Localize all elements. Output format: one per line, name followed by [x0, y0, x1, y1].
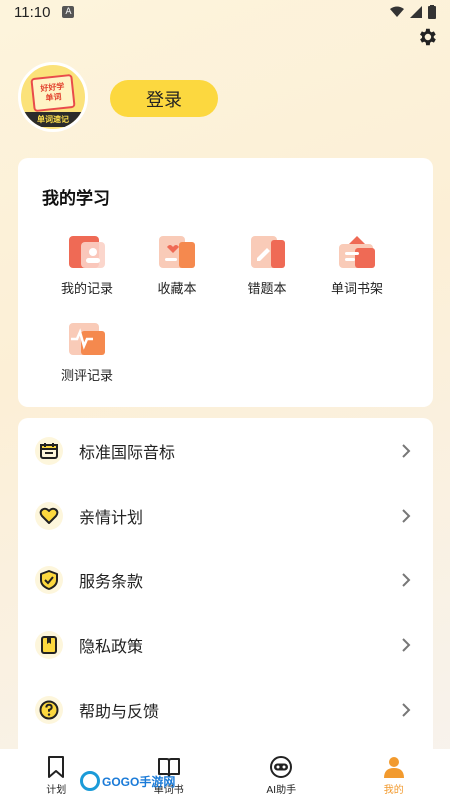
privacy-book-icon-wrap: [35, 631, 63, 659]
menu-item-privacy[interactable]: 隐私政策: [18, 613, 433, 677]
favorites-icon: [159, 236, 195, 268]
notification-icon: A: [62, 6, 75, 18]
study-item-bookshelf[interactable]: 单词书架: [312, 234, 402, 297]
my-study-title: 我的学习: [42, 189, 110, 209]
watermark-text: GOGO手游网: [102, 774, 176, 789]
study-item-assessment[interactable]: 测评记录: [42, 321, 132, 384]
bookmark-icon: [48, 755, 65, 778]
wifi-icon: [390, 6, 404, 17]
tab-label: AI助手: [266, 784, 297, 796]
study-item-favorites[interactable]: 收藏本: [132, 234, 222, 297]
avatar-logo: 好好学 单词: [30, 73, 76, 113]
person-icon: [383, 756, 404, 778]
shield-icon: [40, 570, 58, 590]
bottom-tab-bar: 计划 单词书 AI助手 我的: [0, 749, 450, 801]
study-item-mistakes[interactable]: 错题本: [222, 234, 312, 297]
menu-item-label: 隐私政策: [79, 637, 144, 656]
avatar-logo-mid: 单词: [45, 92, 62, 103]
watermark: GOGO手游网: [80, 770, 175, 792]
status-time: 11:10: [14, 3, 51, 21]
record-icon: [69, 236, 105, 268]
bookshelf-icon: [339, 236, 375, 268]
shield-icon-wrap: [35, 566, 63, 594]
robot-icon: [270, 755, 293, 778]
gear-icon[interactable]: [416, 26, 438, 48]
study-item-label: 错题本: [247, 282, 287, 297]
chevron-right-icon: [402, 638, 411, 652]
menu-item-family-plan[interactable]: 亲情计划: [18, 484, 433, 548]
login-button[interactable]: 登录: [110, 80, 218, 117]
study-item-label: 收藏本: [157, 282, 197, 297]
help-icon-wrap: [35, 696, 63, 724]
signal-icon: [410, 6, 422, 18]
avatar-label: 单词速记: [21, 112, 85, 127]
menu-item-label: 服务条款: [79, 572, 144, 591]
menu-item-label: 亲情计划: [79, 508, 144, 527]
avatar[interactable]: 好好学 单词 单词速记: [18, 62, 88, 132]
tab-ai-assistant[interactable]: AI助手: [225, 749, 338, 801]
study-item-label: 单词书架: [330, 282, 383, 297]
watermark-logo-icon: [80, 771, 100, 791]
heart-icon: [39, 507, 59, 524]
assessment-icon: [69, 323, 105, 355]
phonetic-icon-wrap: [35, 437, 63, 465]
battery-icon: [428, 5, 436, 19]
study-item-label: 我的记录: [60, 282, 113, 297]
help-icon: [39, 700, 59, 720]
menu-item-label: 标准国际音标: [79, 443, 176, 462]
mistakes-icon: [251, 236, 285, 268]
menu-item-terms[interactable]: 服务条款: [18, 548, 433, 612]
study-item-label: 测评记录: [60, 369, 113, 384]
status-bar: 11:10 A: [0, 0, 450, 24]
privacy-book-icon: [41, 636, 57, 654]
menu-item-help[interactable]: 帮助与反馈: [18, 678, 433, 742]
phonetic-icon: [40, 443, 58, 459]
chevron-right-icon: [402, 509, 411, 523]
my-study-card: 我的学习 我的记录 收藏本 错题本 单词书架 测评记录: [18, 158, 433, 407]
tab-label: 我的: [383, 784, 404, 796]
chevron-right-icon: [402, 573, 411, 587]
heart-icon-wrap: [35, 502, 63, 530]
settings-menu-card: 标准国际音标 亲情计划 服务条款 隐私政策 帮助与反馈: [18, 418, 433, 758]
status-indicators: [390, 5, 436, 19]
chevron-right-icon: [402, 444, 411, 458]
tab-mine[interactable]: 我的: [338, 749, 450, 801]
tab-label: 计划: [46, 784, 67, 796]
chevron-right-icon: [402, 703, 411, 717]
menu-item-label: 帮助与反馈: [79, 702, 160, 721]
menu-item-phonetic[interactable]: 标准国际音标: [18, 419, 433, 483]
study-item-records[interactable]: 我的记录: [42, 234, 132, 297]
